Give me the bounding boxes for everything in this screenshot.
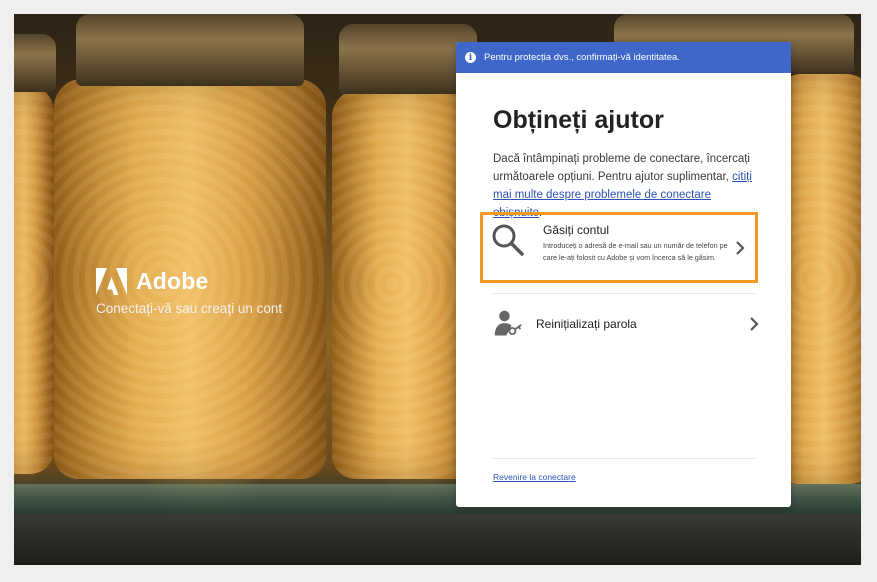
jar-lid [76,14,304,86]
find-account-title: Găsiți contul [543,223,610,237]
brand-tagline: Conectați-vă sau creați un cont [96,301,283,316]
find-account-description: Introduceți o adresă de e-mail sau un nu… [543,241,728,262]
shelf-base [14,514,861,565]
background-image: Adobe Conectați-vă sau creați un cont i … [14,14,861,565]
identity-banner: i Pentru protecția dvs., confirmați-vă i… [456,42,791,73]
honey-jar [14,84,54,474]
info-icon: i [465,52,476,63]
reset-password-option[interactable]: Reinițializați parola [493,306,759,342]
panel-title: Obțineți ajutor [493,106,664,134]
search-icon [492,224,524,256]
divider [493,293,755,294]
jar-lid [14,34,56,92]
reset-password-title: Reinițializați parola [536,317,637,331]
brand-block: Adobe Conectați-vă sau creați un cont [96,268,282,316]
back-to-signin-link[interactable]: Revenire la conectare [493,472,576,482]
find-account-option[interactable]: Găsiți contul Introduceți o adresă de e-… [480,212,758,283]
brand-name: Adobe [136,268,209,294]
intro-body: Dacă întâmpinați probleme de conectare, … [493,153,750,183]
adobe-logo-icon [96,268,127,295]
divider [493,458,755,459]
help-panel: i Pentru protecția dvs., confirmați-vă i… [456,42,791,507]
user-key-icon [494,310,522,336]
banner-text: Pentru protecția dvs., confirmați-vă ide… [484,52,680,63]
chevron-right-icon [736,240,745,255]
chevron-right-icon [750,317,759,331]
